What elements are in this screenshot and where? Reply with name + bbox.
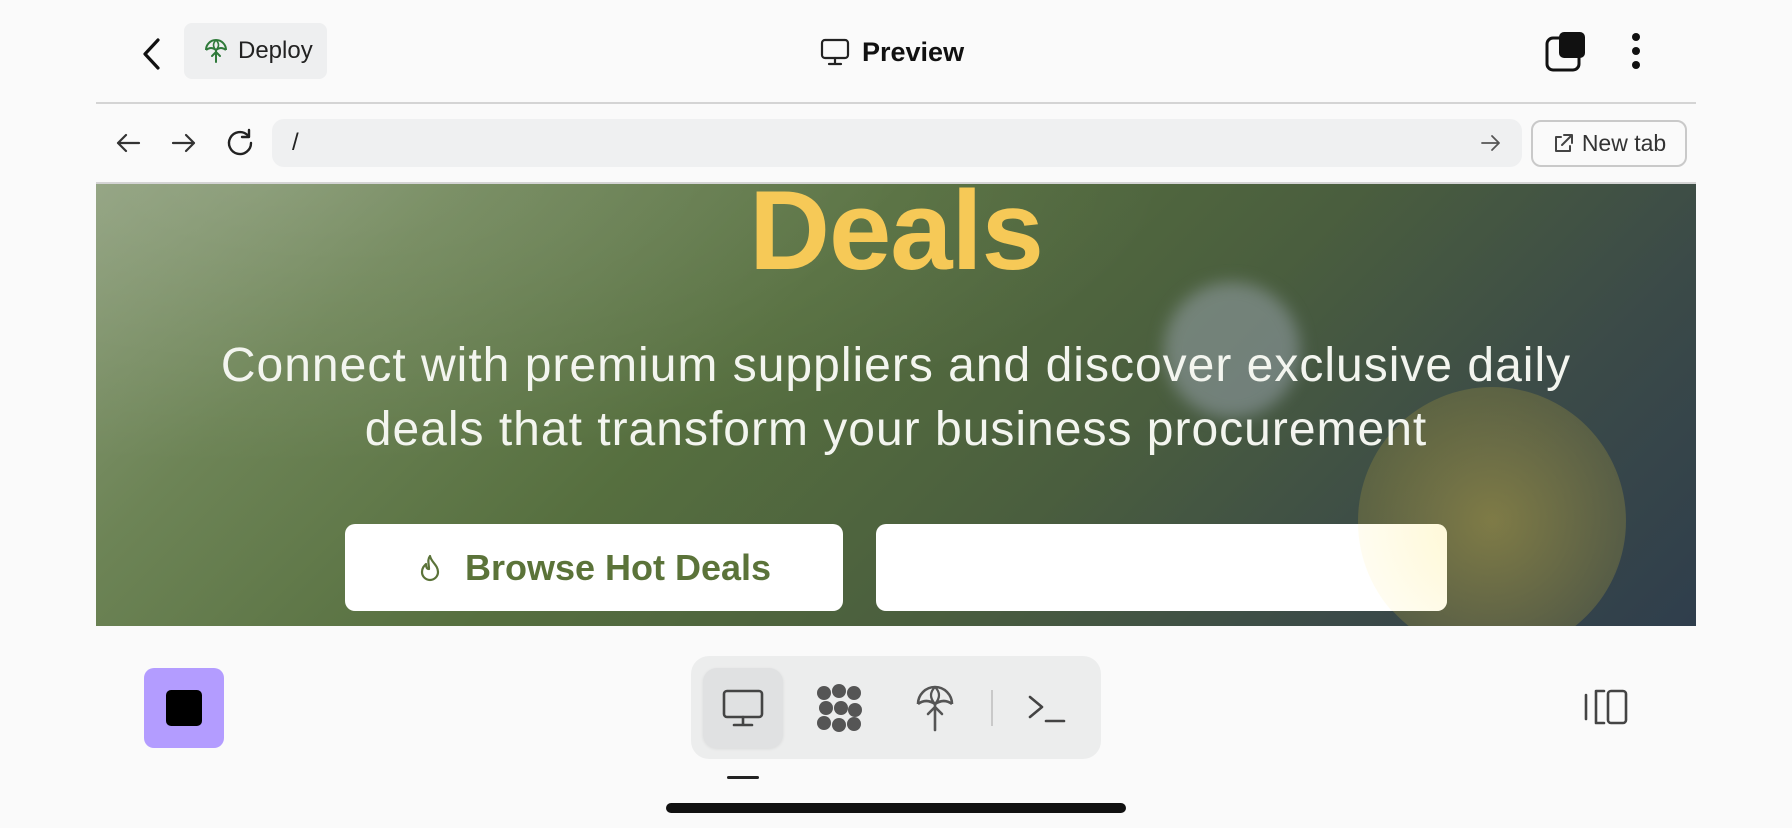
umbrella-upload-icon [916,685,954,732]
browse-hot-deals-button[interactable]: Browse Hot Deals [345,524,843,611]
tool-terminal[interactable] [1007,668,1087,748]
url-text: / [292,129,299,156]
decorative-glow [1358,524,1447,611]
tabs-icon [1545,32,1585,72]
tagline-line: deals that transform your business procu… [364,403,1428,456]
new-tab-button[interactable]: New tab [1531,120,1687,167]
deploy-button[interactable]: Deploy [184,23,327,79]
url-input[interactable]: / [272,119,1522,167]
flame-icon [420,554,440,581]
title-text: Preview [862,36,965,67]
back-button[interactable] [128,30,176,78]
tool-preview[interactable] [703,668,783,748]
more-menu-button[interactable] [1612,27,1660,75]
monitor-icon [820,38,850,66]
umbrella-upload-icon [205,39,227,63]
vertical-dots-icon [1632,33,1640,69]
stop-icon [166,690,202,726]
tagline-line: Connect with premium suppliers and disco… [220,339,1572,392]
stop-button[interactable] [144,668,224,748]
terminal-icon [1028,695,1066,723]
chevron-left-icon [143,38,160,70]
hero-headline: Deals [749,184,1044,293]
secondary-cta-button[interactable] [876,524,1447,611]
browser-back-button[interactable] [106,121,150,165]
browser-forward-button[interactable] [162,121,206,165]
preview-viewport: Deals Connect with premium suppliers and… [96,184,1696,626]
reload-icon [227,128,253,156]
reload-button[interactable] [218,121,262,165]
home-indicator [666,803,1126,813]
arrow-left-icon [116,133,141,153]
split-panel-icon [1584,689,1628,725]
cluster-icon [817,684,862,732]
toolbar-separator [991,690,993,726]
toggle-panel-button[interactable] [1580,684,1632,730]
bottom-toolbar [691,656,1101,759]
external-link-icon [1554,133,1573,152]
new-tab-label: New tab [1581,130,1667,156]
page-title: Preview [820,30,964,74]
tool-assets[interactable] [799,668,879,748]
tabs-button[interactable] [1543,30,1587,74]
hero-tagline: Connect with premium suppliers and disco… [176,334,1616,462]
tool-deploy[interactable] [895,668,975,748]
arrow-right-icon[interactable] [1480,134,1502,152]
deploy-label: Deploy [238,37,313,64]
browse-hot-deals-label: Browse Hot Deals [464,546,772,588]
arrow-right-icon [171,133,196,153]
monitor-icon [722,689,764,727]
active-tool-indicator [727,776,759,779]
